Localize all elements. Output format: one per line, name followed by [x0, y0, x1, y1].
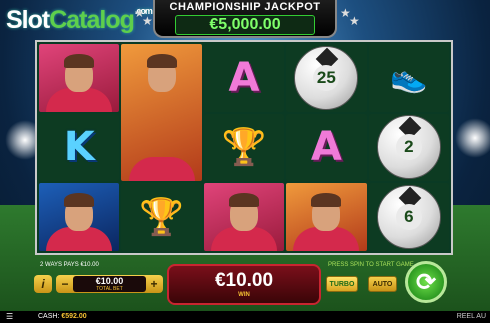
bet-decrease-button[interactable]: − — [58, 277, 72, 291]
bet-control: − €10.00 TOTAL BET + — [56, 275, 163, 293]
total-bet-label: TOTAL BET — [96, 286, 123, 292]
trophy-icon: 🏆 — [139, 195, 184, 237]
ball-multiplier: 2 — [395, 134, 422, 161]
floodlight-right — [455, 118, 490, 158]
win-value: €10.00 — [214, 270, 274, 291]
letter-a-symbol: A — [203, 44, 285, 112]
player-symbol — [203, 183, 285, 251]
reel-grid[interactable]: K 🏆 A 🏆 25 A 👟 2 6 — [35, 40, 453, 255]
reel-5: 👟 2 6 — [368, 44, 449, 251]
letter-text: K — [63, 124, 95, 171]
player-symbol — [121, 44, 202, 181]
trophy-symbol: 🏆 — [203, 113, 285, 182]
player-symbol — [39, 183, 120, 251]
letter-a-symbol: A — [286, 113, 367, 182]
letter-text: A — [310, 124, 342, 171]
ball-multiplier: 6 — [395, 204, 422, 231]
trophy-symbol: 🏆 — [121, 182, 202, 251]
football-icon: 2 — [376, 115, 441, 180]
boot-icon: 👟 — [390, 61, 428, 95]
menu-icon[interactable]: ☰ — [6, 312, 13, 321]
ball-multiplier: 25 — [313, 64, 340, 91]
reel-1: K — [39, 44, 120, 251]
win-label: WIN — [238, 292, 250, 298]
player-symbol — [39, 44, 120, 112]
trophy-icon: 🏆 — [221, 126, 267, 168]
spin-button[interactable]: ⟳ — [405, 261, 447, 303]
football-icon: 6 — [376, 185, 441, 250]
turbo-button[interactable]: TURBO — [326, 276, 358, 292]
total-bet-value: €10.00 — [95, 276, 124, 286]
watermark-logo: SlotCatalog.com — [6, 6, 153, 34]
spin-arrows-icon: ⟳ — [415, 268, 437, 296]
letter-k-symbol: K — [39, 113, 120, 182]
reel-4: 25 A — [286, 44, 367, 251]
reel-label: REEL AU — [456, 313, 486, 320]
win-display: €10.00 WIN — [167, 264, 321, 305]
player-symbol — [286, 183, 367, 251]
ball-symbol: 6 — [368, 183, 449, 251]
bet-increase-button[interactable]: + — [147, 277, 161, 291]
jackpot-value: €5,000.00 — [175, 15, 315, 35]
boot-symbol: 👟 — [368, 44, 449, 112]
auto-button[interactable]: AUTO — [368, 276, 397, 292]
ways-pays-text: 2 WAYS PAYS €10.00 — [40, 262, 99, 268]
info-button[interactable]: i — [34, 275, 52, 293]
reel-3: A 🏆 — [203, 44, 285, 251]
jackpot-title: CHAMPIONSHIP JACKPOT — [169, 1, 321, 13]
letter-text: A — [228, 54, 260, 101]
press-spin-text: PRESS SPIN TO START GAME — [328, 262, 414, 268]
star-icon: ★ — [142, 14, 153, 28]
ball-symbol: 2 — [368, 113, 449, 182]
reel-2: 🏆 — [121, 44, 202, 251]
football-icon: 25 — [294, 45, 359, 110]
total-bet-display: €10.00 TOTAL BET — [73, 276, 146, 292]
star-icon: ★ — [349, 14, 360, 28]
cash-display: CASH: €592.00 — [38, 313, 87, 320]
jackpot-panel: CHAMPIONSHIP JACKPOT €5,000.00 — [153, 0, 337, 38]
status-bar: ☰ CASH: €592.00 REEL AU — [0, 311, 490, 323]
ball-symbol: 25 — [286, 44, 367, 112]
